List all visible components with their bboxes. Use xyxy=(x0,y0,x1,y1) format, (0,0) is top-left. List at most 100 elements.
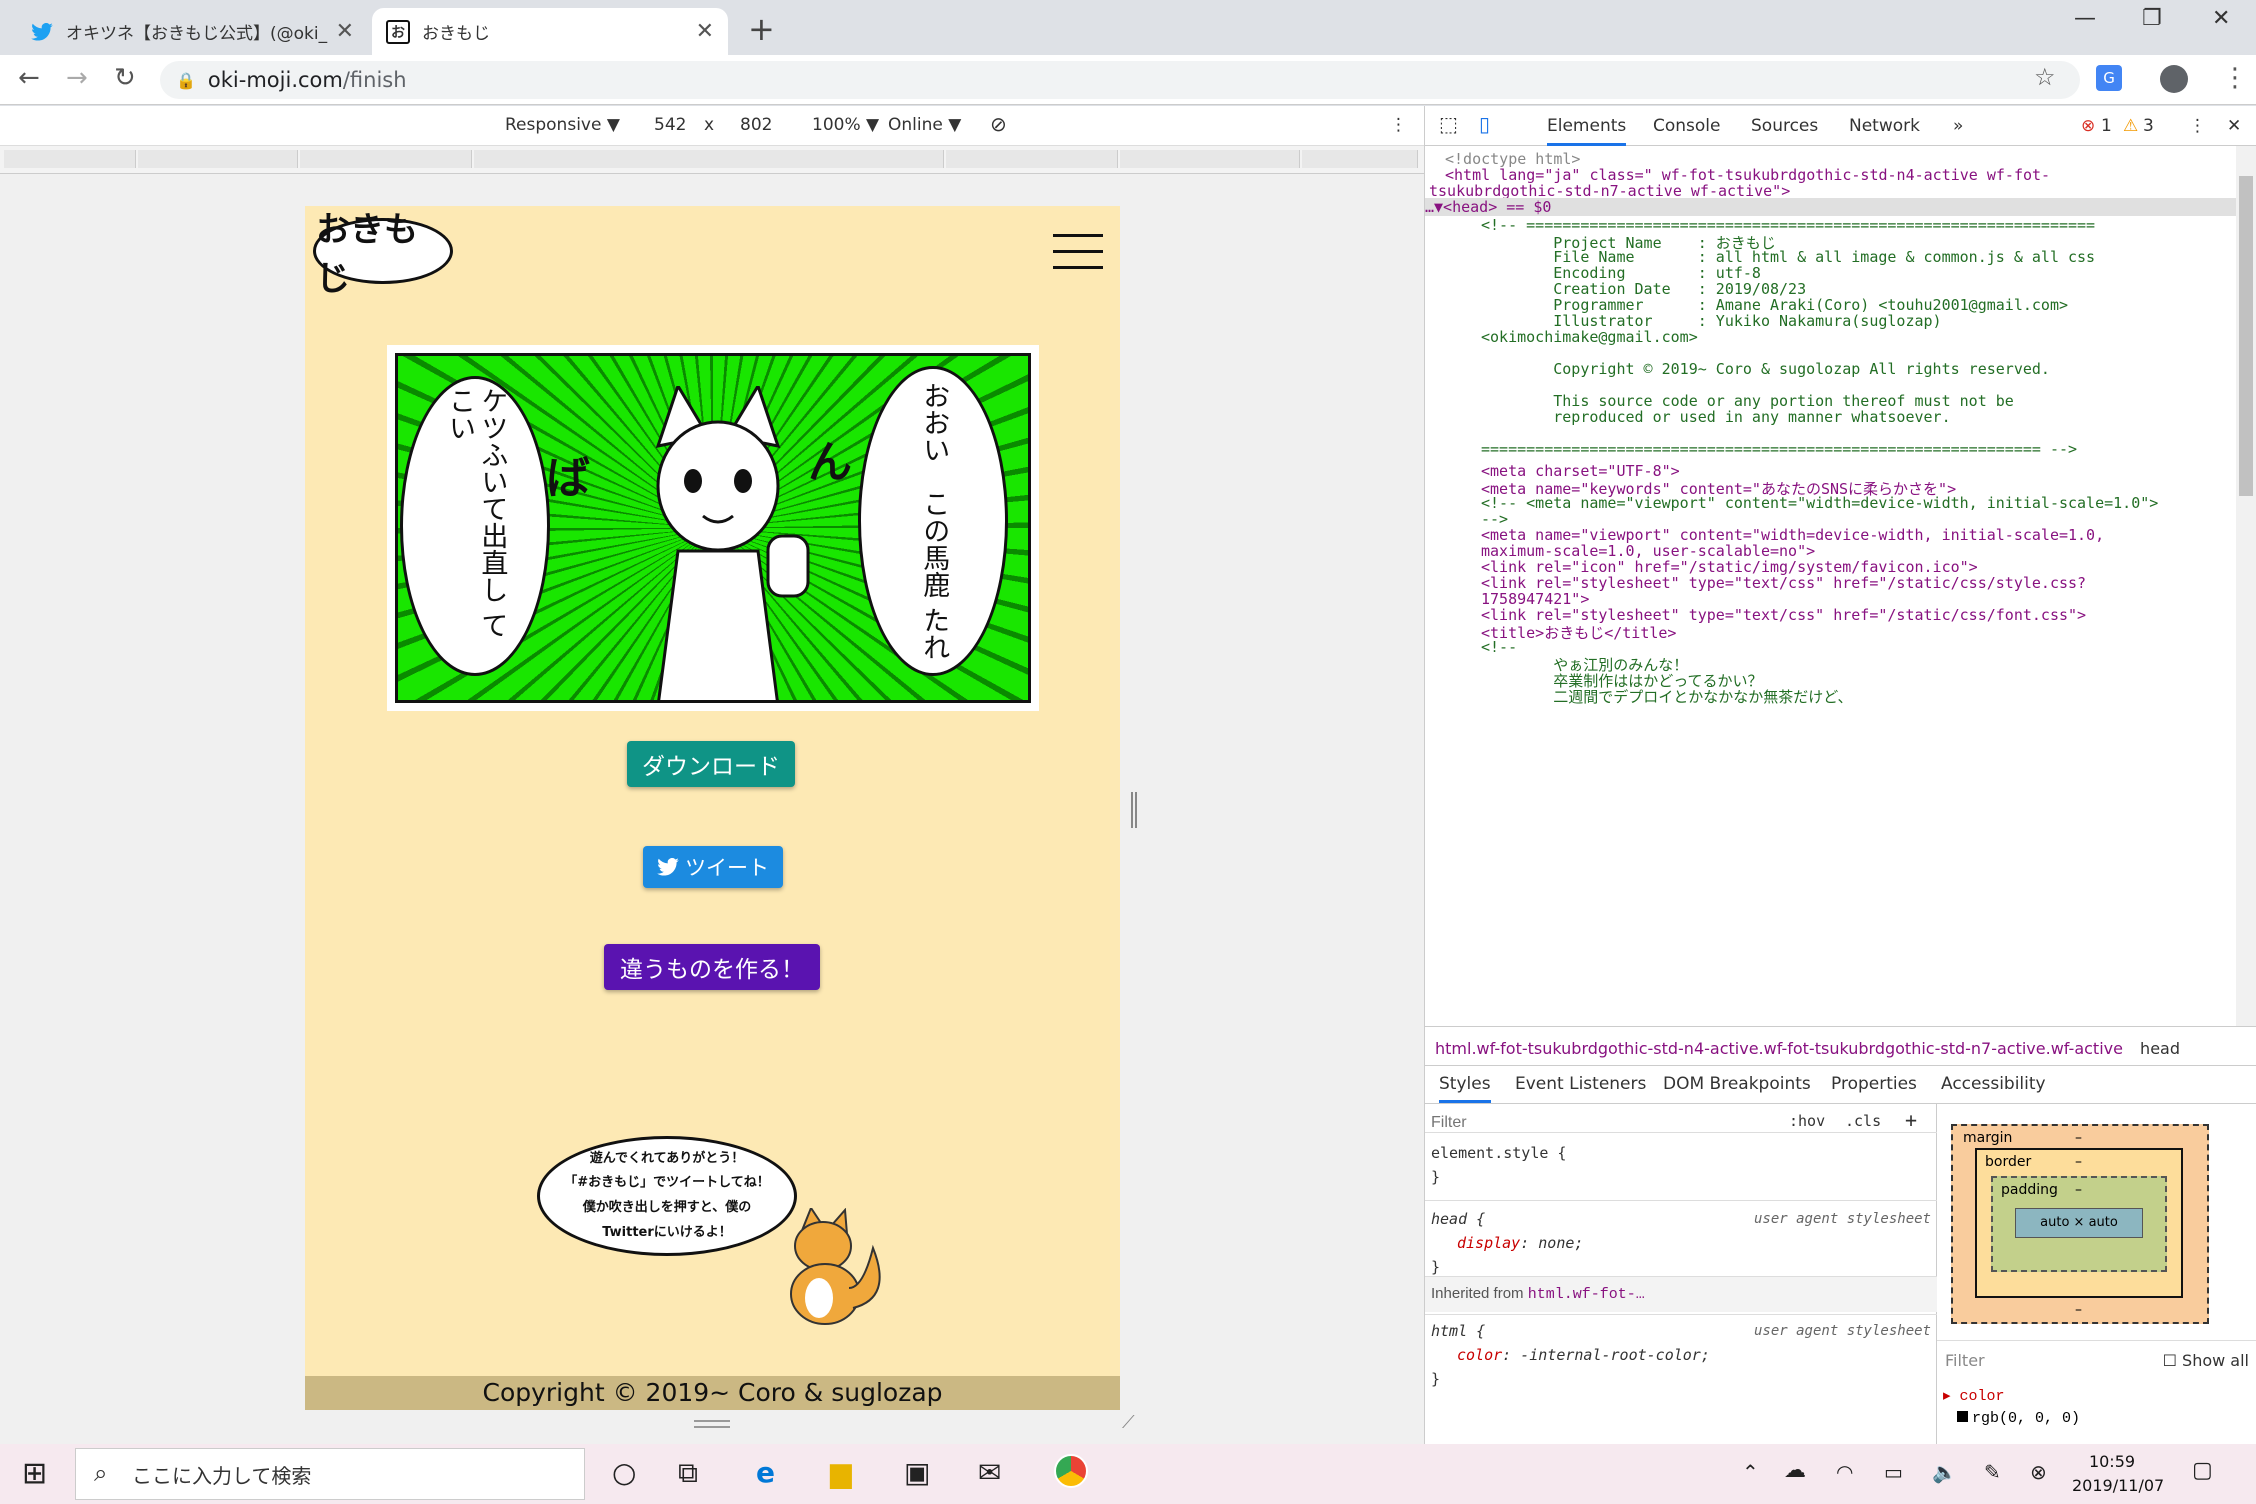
dom-line[interactable]: <okimochimake@gmail.com> xyxy=(1481,328,1698,346)
devtools-close-icon[interactable]: ✕ xyxy=(2227,116,2241,136)
restore-icon[interactable]: ❐ xyxy=(2142,6,2162,31)
wifi-icon[interactable]: ◠ xyxy=(1836,1460,1853,1484)
tweet-button[interactable]: ツイート xyxy=(643,846,783,888)
viewport-width[interactable]: 542 xyxy=(654,115,686,135)
battery-icon[interactable]: ▭ xyxy=(1884,1460,1903,1484)
element-style-rule[interactable]: element.style { } xyxy=(1425,1132,1937,1196)
zoom-select[interactable]: 100% ▼ xyxy=(812,115,879,135)
more-tabs-icon[interactable]: » xyxy=(1953,116,1963,136)
chrome-icon[interactable] xyxy=(1054,1454,1088,1488)
rule-value[interactable]: -internal-root-color; xyxy=(1520,1346,1710,1364)
computed-filter[interactable]: Filter ☐ Show all xyxy=(1937,1340,2256,1380)
computed-prop[interactable]: ▸ color xyxy=(1943,1386,2080,1408)
box-border[interactable]: border – padding – auto × auto xyxy=(1975,1148,2183,1298)
onedrive-icon[interactable]: ☁ xyxy=(1784,1458,1806,1483)
dom-line[interactable]: Copyright © 2019~ Coro & sugolozap All r… xyxy=(1481,360,2050,378)
warning-icon[interactable]: ⚠ xyxy=(2123,116,2138,136)
media-segment[interactable] xyxy=(4,150,136,168)
fox-mascot-area[interactable]: 遊んでくれてありがとう！ 「#おきもじ」でツイートしてね！ 僕か吹き出しを押すと… xyxy=(537,1136,897,1336)
inherited-source[interactable]: html.wf-fot-… xyxy=(1528,1286,1645,1303)
breadcrumb-html[interactable]: html.wf-fot-tsukubrdgothic-std-n4-active… xyxy=(1435,1039,2123,1058)
subtab-event-listeners[interactable]: Event Listeners xyxy=(1515,1074,1646,1094)
add-rule-icon[interactable]: + xyxy=(1905,1108,1917,1132)
inspect-element-icon[interactable]: ⬚ xyxy=(1439,112,1458,136)
close-tab-icon[interactable]: ✕ xyxy=(696,19,714,44)
media-segment[interactable] xyxy=(474,150,944,168)
viewport-height[interactable]: 802 xyxy=(740,115,772,135)
subtab-accessibility[interactable]: Accessibility xyxy=(1941,1074,2046,1094)
tab-console[interactable]: Console xyxy=(1653,116,1721,136)
pen-icon[interactable]: ✎ xyxy=(1984,1460,2001,1484)
bookmark-star-icon[interactable]: ☆ xyxy=(2034,63,2056,91)
color-swatch[interactable] xyxy=(1957,1411,1968,1422)
hov-toggle[interactable]: :hov xyxy=(1789,1112,1825,1130)
back-icon[interactable]: ← xyxy=(18,63,40,93)
new-tab-icon[interactable]: + xyxy=(748,10,775,48)
translate-icon[interactable]: G xyxy=(2096,65,2122,91)
dom-tree[interactable]: <!doctype html> <html lang="ja" class=" … xyxy=(1425,146,2237,1026)
cls-toggle[interactable]: .cls xyxy=(1845,1112,1881,1130)
subtab-dom-breakpoints[interactable]: DOM Breakpoints xyxy=(1663,1074,1811,1094)
rotate-icon[interactable]: ⊘ xyxy=(990,112,1007,136)
dom-line[interactable]: <!-- <meta name="viewport" content="widt… xyxy=(1481,494,2158,512)
media-segment[interactable] xyxy=(300,150,472,168)
file-explorer-icon[interactable]: ▆ xyxy=(830,1456,852,1489)
dom-breadcrumb[interactable]: html.wf-fot-tsukubrdgothic-std-n4-active… xyxy=(1425,1026,2256,1066)
remake-button[interactable]: 違うものを作る！ xyxy=(604,944,820,990)
fox-mascot-icon[interactable] xyxy=(783,1208,893,1328)
rule-prop[interactable]: color xyxy=(1457,1346,1502,1364)
minimize-icon[interactable]: — xyxy=(2074,6,2096,31)
taskbar-search-box[interactable]: ⌕ ここに入力して検索 xyxy=(75,1448,585,1500)
breadcrumb-head[interactable]: head xyxy=(2140,1039,2180,1058)
hamburger-menu-icon[interactable] xyxy=(1053,234,1103,270)
menu-icon[interactable]: ⋮ xyxy=(2222,63,2248,93)
dom-line[interactable]: ========================================… xyxy=(1481,440,2077,458)
mail-icon[interactable]: ✉ xyxy=(978,1456,1001,1489)
volume-icon[interactable]: 🔈 xyxy=(1932,1460,1957,1484)
fox-speech-bubble[interactable]: 遊んでくれてありがとう！ 「#おきもじ」でツイートしてね！ 僕か吹き出しを押すと… xyxy=(537,1136,797,1256)
media-segment[interactable] xyxy=(1302,150,1418,168)
site-logo[interactable]: おきもじ xyxy=(313,210,453,299)
tab-okimoji[interactable]: お おきもじ ✕ xyxy=(372,8,728,55)
taskbar-clock[interactable]: 10:59 2019/11/07 xyxy=(2072,1450,2164,1498)
device-toggle-icon[interactable]: ▯ xyxy=(1479,112,1490,136)
address-bar[interactable]: 🔒 oki-moji.com/finish xyxy=(160,61,2080,99)
box-padding[interactable]: padding – auto × auto xyxy=(1991,1176,2167,1272)
html-rule[interactable]: html {user agent stylesheet color: -inte… xyxy=(1425,1314,1937,1390)
dom-line-selected[interactable]: …▼<head> == $0 xyxy=(1425,198,2237,216)
throttle-select[interactable]: Online ▼ xyxy=(888,115,961,135)
box-margin[interactable]: margin – – border – padding – auto × aut… xyxy=(1951,1124,2209,1324)
box-content[interactable]: auto × auto xyxy=(2015,1208,2143,1238)
tab-elements[interactable]: Elements xyxy=(1547,116,1627,146)
rule-prop[interactable]: display xyxy=(1457,1234,1520,1252)
subtab-properties[interactable]: Properties xyxy=(1831,1074,1917,1094)
media-segment[interactable] xyxy=(1120,150,1300,168)
computed-filter-placeholder[interactable]: Filter xyxy=(1945,1351,1985,1370)
tray-expand-icon[interactable]: ⌃ xyxy=(1742,1460,1759,1484)
download-button[interactable]: ダウンロード xyxy=(627,741,795,787)
tab-sources[interactable]: Sources xyxy=(1751,116,1818,136)
subtab-styles[interactable]: Styles xyxy=(1439,1074,1491,1103)
tab-twitter[interactable]: オキツネ【おきもじ公式】(@oki_moji) ✕ xyxy=(16,8,368,55)
head-rule[interactable]: head {user agent stylesheet display: non… xyxy=(1425,1200,1937,1276)
dom-scrollbar[interactable] xyxy=(2236,146,2256,1026)
store-icon[interactable]: ▣ xyxy=(904,1456,930,1489)
profile-icon[interactable] xyxy=(2160,65,2188,93)
cortana-icon[interactable]: ○ xyxy=(612,1456,636,1489)
devtools-menu-icon[interactable]: ⋮ xyxy=(2189,116,2206,136)
show-all-checkbox[interactable]: ☐ Show all xyxy=(2163,1351,2249,1370)
forward-icon[interactable]: → xyxy=(66,63,88,93)
corner-resize-icon[interactable]: ⟋ xyxy=(1122,1412,1135,1433)
viewport-resize-handle-bottom[interactable] xyxy=(694,1420,730,1428)
viewport-resize-handle[interactable] xyxy=(1131,792,1137,828)
tab-network[interactable]: Network xyxy=(1849,116,1920,136)
task-view-icon[interactable]: ⧉ xyxy=(678,1456,698,1490)
dom-line[interactable]: reproduced or used in any manner whatsoe… xyxy=(1481,408,1950,426)
device-mode-select[interactable]: Responsive ▼ xyxy=(505,115,620,135)
close-tab-icon[interactable]: ✕ xyxy=(336,19,354,44)
error-icon[interactable]: ⊗ xyxy=(2081,116,2095,136)
close-window-icon[interactable]: ✕ xyxy=(2212,6,2230,31)
notification-x-icon[interactable]: ⊗ xyxy=(2030,1460,2047,1484)
more-options-icon[interactable]: ⋮ xyxy=(1390,115,1407,135)
reload-icon[interactable]: ↻ xyxy=(114,63,136,93)
